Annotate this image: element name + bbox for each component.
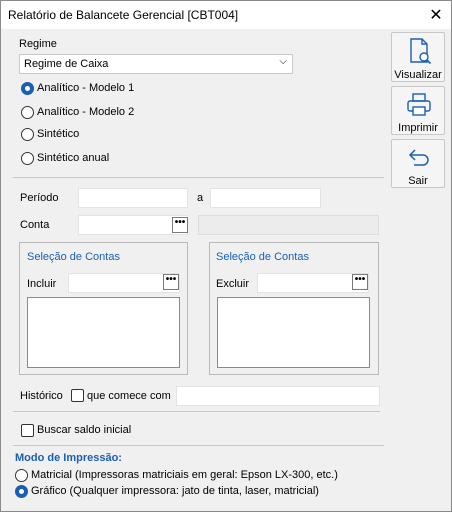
periodo-to-label: a xyxy=(197,192,204,204)
incluir-group-title: Seleção de Contas xyxy=(27,251,120,263)
incluir-label: Incluir xyxy=(27,278,57,290)
visualizar-button[interactable]: Visualizar xyxy=(391,32,445,82)
historico-label: Histórico xyxy=(20,390,63,402)
divider xyxy=(13,445,384,446)
radio-matricial[interactable] xyxy=(15,469,28,482)
chevron-down-icon: ⌵ xyxy=(279,56,287,67)
excluir-group-title: Seleção de Contas xyxy=(216,251,309,263)
printer-icon xyxy=(407,93,431,116)
radio-analitico-1[interactable] xyxy=(21,82,34,95)
periodo-from-input[interactable] xyxy=(78,188,188,208)
conta-label: Conta xyxy=(20,219,50,231)
excluir-lookup-button[interactable]: ••• xyxy=(352,274,368,290)
radio-sintetico-label: Sintético xyxy=(37,128,80,140)
historico-checkbox[interactable] xyxy=(71,389,84,402)
excluir-list[interactable] xyxy=(217,297,370,368)
excluir-label: Excluir xyxy=(216,278,250,290)
dialog-window: Relatório de Balancete Gerencial [CBT004… xyxy=(0,0,452,512)
radio-grafico[interactable] xyxy=(15,485,28,498)
imprimir-label: Imprimir xyxy=(398,122,438,134)
radio-analitico-1-label: Analítico - Modelo 1 xyxy=(37,82,135,94)
window-title: Relatório de Balancete Gerencial [CBT004… xyxy=(8,8,239,22)
title-bar: Relatório de Balancete Gerencial [CBT004… xyxy=(1,1,451,29)
regime-select-value: Regime de Caixa xyxy=(24,58,109,70)
visualizar-label: Visualizar xyxy=(394,69,442,81)
modo-impressao-title: Modo de Impressão: xyxy=(15,452,122,464)
radio-analitico-2-label: Analítico - Modelo 2 xyxy=(37,106,135,118)
sair-button[interactable]: Sair xyxy=(391,139,445,188)
historico-input[interactable] xyxy=(176,386,380,406)
incluir-list[interactable] xyxy=(27,297,180,368)
buscar-saldo-checkbox[interactable] xyxy=(21,424,34,437)
incluir-lookup-button[interactable]: ••• xyxy=(163,274,179,290)
conta-description-field xyxy=(198,215,379,235)
sair-label: Sair xyxy=(408,175,428,187)
radio-grafico-label: Gráfico (Qualquer impressora: jato de ti… xyxy=(31,485,319,497)
divider xyxy=(13,411,380,412)
radio-sintetico[interactable] xyxy=(21,128,34,141)
regime-select[interactable]: Regime de Caixa ⌵ xyxy=(19,54,293,74)
periodo-label: Período xyxy=(20,192,59,204)
preview-icon xyxy=(410,38,432,65)
close-icon[interactable]: ✕ xyxy=(421,1,451,29)
divider xyxy=(13,177,384,178)
return-arrow-icon xyxy=(408,149,429,166)
historico-checkbox-label: que comece com xyxy=(87,390,171,402)
periodo-to-input[interactable] xyxy=(210,188,321,208)
radio-matricial-label: Matricial (Impressoras matriciais em ger… xyxy=(31,469,338,481)
radio-sintetico-anual[interactable] xyxy=(21,152,34,165)
radio-sintetico-anual-label: Sintético anual xyxy=(37,152,110,164)
conta-lookup-button[interactable]: ••• xyxy=(172,217,188,233)
radio-analitico-2[interactable] xyxy=(21,106,34,119)
buscar-saldo-label: Buscar saldo inicial xyxy=(37,424,132,436)
imprimir-button[interactable]: Imprimir xyxy=(391,86,445,135)
regime-label: Regime xyxy=(19,38,57,50)
